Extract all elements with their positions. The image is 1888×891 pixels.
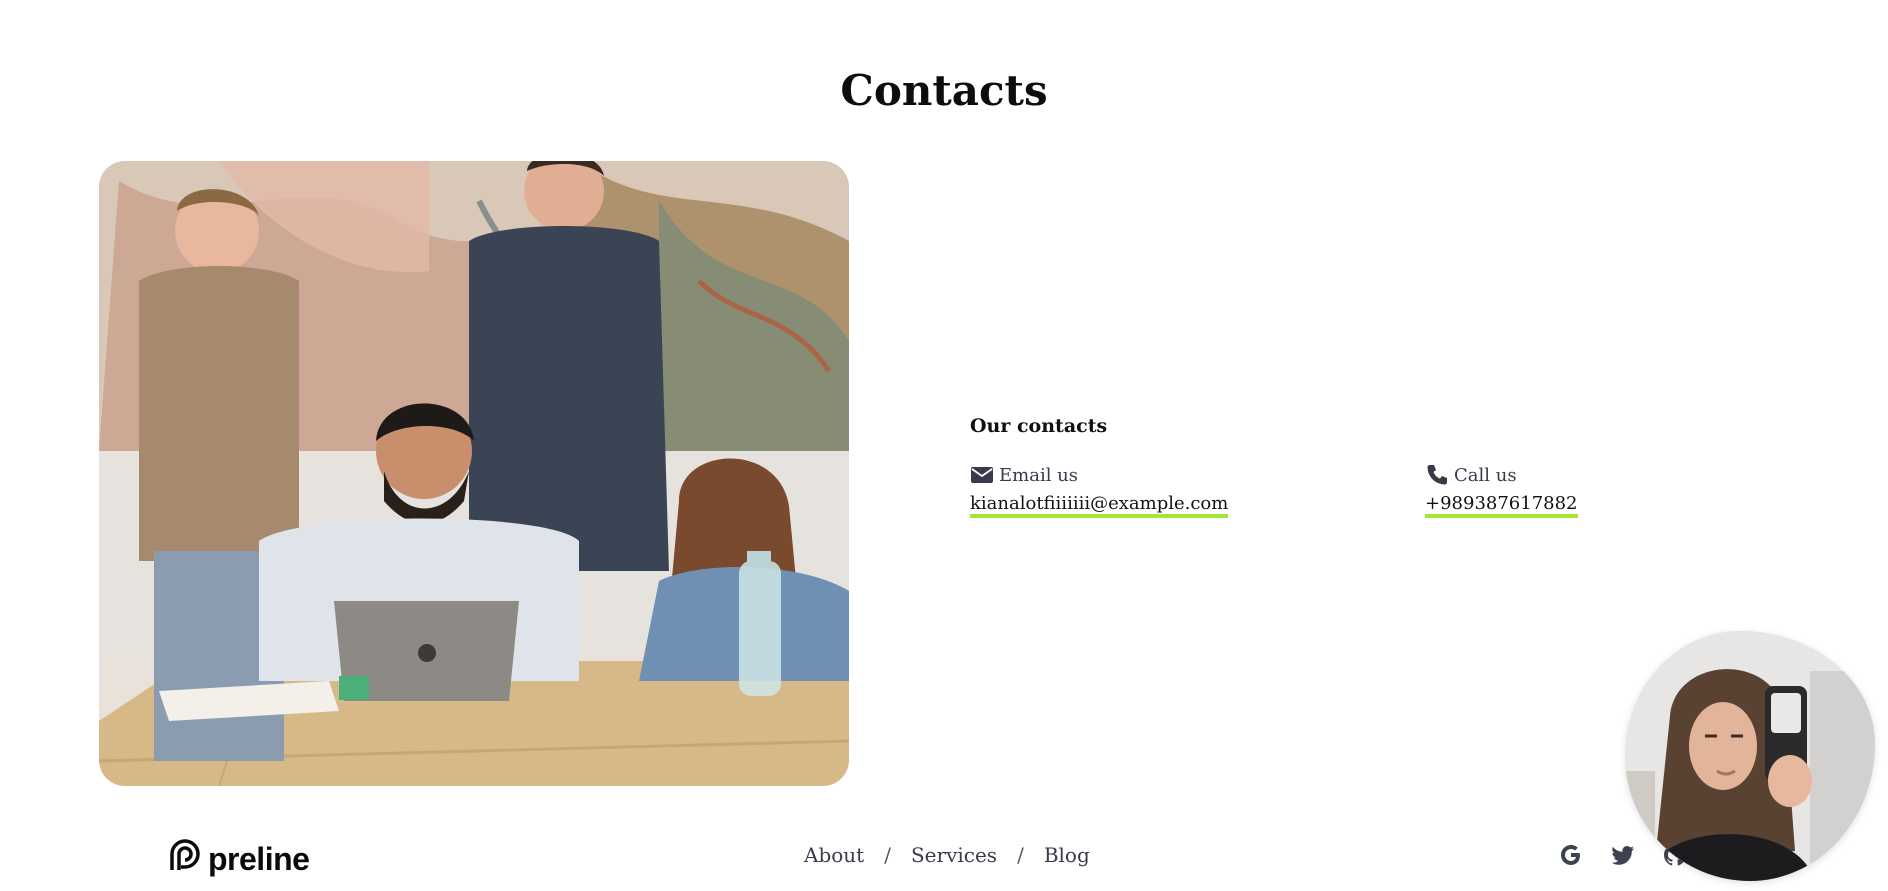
twitter-icon[interactable] <box>1610 842 1636 868</box>
nav-separator: / <box>884 843 891 867</box>
google-icon[interactable] <box>1558 842 1584 868</box>
phone-label: Call us <box>1454 464 1517 486</box>
envelope-icon <box>970 465 994 485</box>
phone-contact: Call us +989387617882 <box>1425 463 1578 518</box>
preline-logo-text: preline <box>208 840 310 877</box>
email-label-row: Email us <box>970 463 1228 487</box>
page-title: Contacts <box>840 66 1048 115</box>
email-link[interactable]: kianalotfiiiiiii@example.com <box>970 494 1229 518</box>
footer-link-about[interactable]: About <box>804 843 864 867</box>
footer-link-services[interactable]: Services <box>911 843 997 867</box>
nav-separator: / <box>1017 843 1024 867</box>
footer-nav: About / Services / Blog <box>804 843 1090 867</box>
footer-link-blog[interactable]: Blog <box>1044 843 1090 867</box>
email-contact: Email us kianalotfiiiiiii@example.com <box>970 463 1229 518</box>
phone-icon <box>1425 463 1449 487</box>
phone-link[interactable]: +989387617882 <box>1425 494 1578 518</box>
phone-label-row: Call us <box>1425 463 1578 487</box>
preline-logo[interactable]: preline <box>168 838 310 880</box>
webcam-bubble[interactable] <box>1625 631 1875 881</box>
team-photo <box>99 161 849 786</box>
contacts-section: Our contacts Email us kianalotfiiiiiii@e… <box>970 415 1670 518</box>
preline-logo-icon <box>168 838 202 880</box>
email-label: Email us <box>999 464 1079 486</box>
contacts-heading: Our contacts <box>970 415 1108 437</box>
